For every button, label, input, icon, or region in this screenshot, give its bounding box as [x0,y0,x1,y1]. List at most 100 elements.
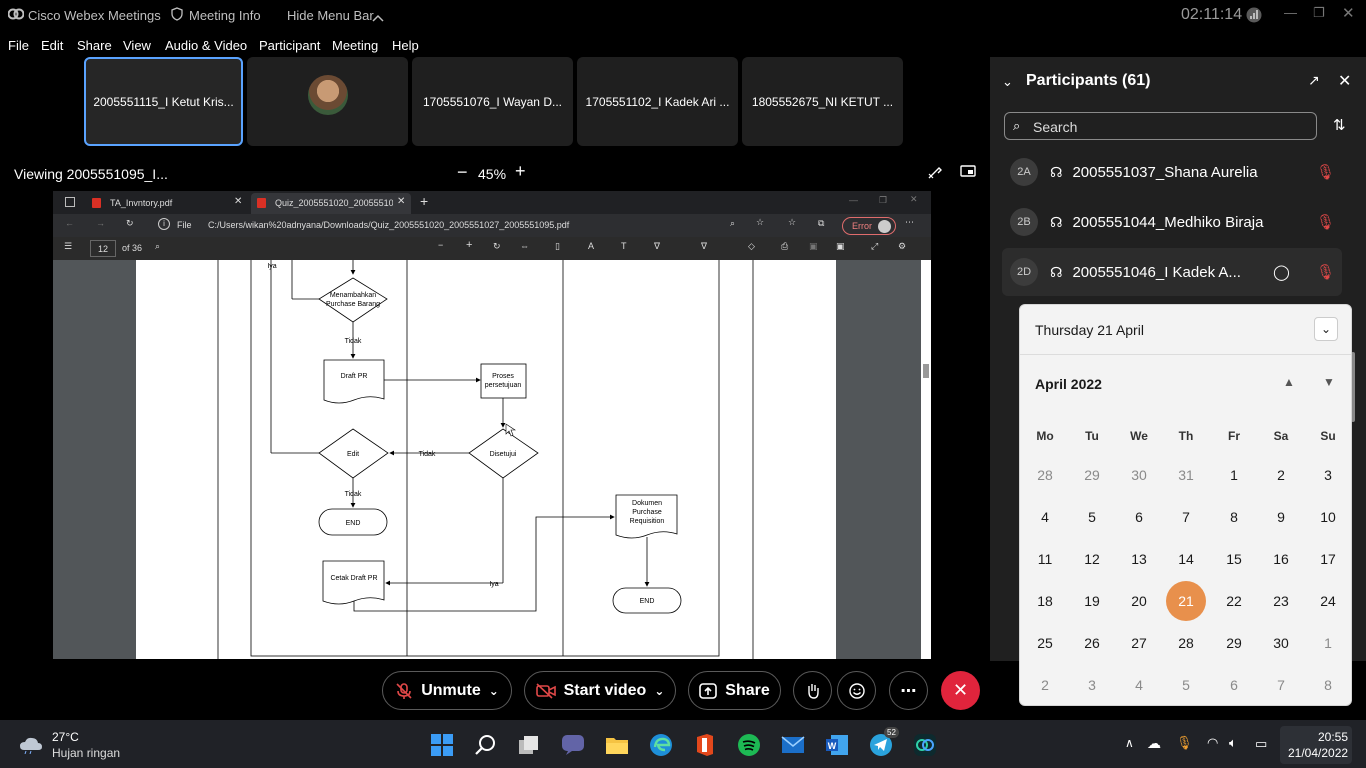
calendar-day[interactable]: 13 [1119,539,1159,579]
popout-icon[interactable]: ↗ [1308,72,1320,89]
video-thumbnail[interactable]: 2005551115_I Ketut Kris... [84,57,243,146]
calendar-day[interactable]: 20 [1119,581,1159,621]
calendar-day[interactable]: 30 [1261,623,1301,663]
save-as-icon[interactable]: ▣ [836,241,845,252]
calendar-day[interactable]: 31 [1166,455,1206,495]
calendar-day[interactable]: 4 [1025,497,1065,537]
chevron-up-icon[interactable] [372,10,384,25]
calendar-day[interactable]: 25 [1025,623,1065,663]
calendar-day[interactable]: 2 [1261,455,1301,495]
meeting-info-button[interactable]: Meeting Info [189,8,261,23]
calendar-day[interactable]: 23 [1261,581,1301,621]
info-icon[interactable]: i [158,218,170,230]
calendar-day[interactable]: 21 [1166,581,1206,621]
menu-share[interactable]: Share [77,38,112,53]
clock-button[interactable]: 20:55 21/04/2022 [1280,726,1352,764]
edge-icon[interactable] [646,730,676,760]
calendar-day[interactable]: 1 [1214,455,1254,495]
calendar-day[interactable]: 15 [1214,539,1254,579]
highlight-icon[interactable]: ∇ [701,241,707,252]
search-input[interactable]: ⌕ Search [1004,112,1317,140]
share-button[interactable]: Share [688,671,781,710]
show-hidden-icons[interactable]: ∧ [1125,736,1134,750]
rotate-icon[interactable]: ↻ [493,241,501,252]
more-icon[interactable]: ⋯ [905,217,914,228]
calendar-day[interactable]: 18 [1025,581,1065,621]
tab-ta-invntory[interactable]: TA_Invntory.pdf ✕ [86,193,249,214]
address-field[interactable]: C:/Users/wikan%20adnyana/Downloads/Quiz_… [208,220,569,230]
calendar-day[interactable]: 1 [1308,623,1348,663]
calendar-day[interactable]: 28 [1166,623,1206,663]
minimize-button[interactable]: — [1284,5,1297,20]
calendar-day[interactable]: 24 [1308,581,1348,621]
browser-maximize-button[interactable]: ❐ [879,195,887,206]
calendar-day[interactable]: 29 [1072,455,1112,495]
browser-minimize-button[interactable]: — [849,195,858,205]
mail-icon[interactable] [778,730,808,760]
back-icon[interactable]: ← [65,218,74,228]
calendar-day[interactable]: 30 [1119,455,1159,495]
calendar-month[interactable]: April 2022 [1035,376,1102,392]
zoom-out-icon[interactable]: − [438,240,443,250]
mic-muted-icon[interactable]: 🎙︎ [1316,263,1335,281]
participant-row[interactable]: 2B ☊ 2005551044_Medhiko Biraja 🎙︎ [990,198,1350,246]
save-icon[interactable]: ▣ [809,241,818,252]
maximize-button[interactable]: ❐ [1313,5,1325,21]
more-options-button[interactable]: ⋯ [889,671,928,710]
find-icon[interactable]: ⌕ [155,241,160,252]
calendar-day[interactable]: 10 [1308,497,1348,537]
menu-edit[interactable]: Edit [41,38,63,53]
start-video-button[interactable]: Start video ⌄ [524,671,676,710]
next-month-icon[interactable]: ▼ [1323,375,1335,389]
close-tab-icon[interactable]: ✕ [397,196,405,207]
close-window-button[interactable]: ✕ [1342,4,1355,22]
browser-close-button[interactable]: ✕ [910,194,918,205]
close-tab-icon[interactable]: ✕ [234,196,242,207]
page-number-input[interactable]: 12 [90,240,116,257]
zoom-in-button[interactable]: + [515,161,526,182]
menu-view[interactable]: View [123,38,151,53]
calendar-day[interactable]: 19 [1072,581,1112,621]
mic-muted-icon[interactable]: 🎙︎ [1316,213,1335,231]
view-options-icon[interactable] [960,165,976,182]
calendar-day[interactable]: 22 [1214,581,1254,621]
collapse-chevron-icon[interactable]: ⌄ [1002,74,1013,90]
chevron-down-icon[interactable]: ⌄ [489,684,499,698]
file-explorer-icon[interactable] [602,730,632,760]
zoom-in-icon[interactable]: + [466,239,472,251]
video-thumbnail[interactable]: 1705551076_I Wayan D... [412,57,573,146]
microphone-icon[interactable]: 🎙︎ [1176,735,1193,751]
page-view-icon[interactable]: ▯ [555,241,560,252]
previous-month-icon[interactable]: ▲ [1283,375,1295,389]
task-view-icon[interactable] [514,730,544,760]
calendar-day[interactable]: 6 [1119,497,1159,537]
add-text-icon[interactable]: T [621,241,627,251]
teams-chat-icon[interactable] [558,730,588,760]
annotate-icon[interactable] [927,164,943,183]
shared-screen-browser[interactable]: TA_Invntory.pdf ✕ Quiz_2005551020_200555… [53,191,931,659]
scrollbar-thumb[interactable] [923,364,929,378]
menu-meeting[interactable]: Meeting [332,38,378,53]
zoom-out-button[interactable]: − [457,162,468,183]
fit-page-icon[interactable]: ⇔ [520,241,529,251]
erase-icon[interactable]: ◇ [748,241,755,252]
participant-row[interactable]: 2A ☊ 2005551037_Shana Aurelia 🎙︎ [990,148,1350,196]
mic-muted-icon[interactable]: 🎙︎ [1316,163,1335,181]
unmute-button[interactable]: Unmute ⌄ [382,671,512,710]
calendar-day[interactable]: 5 [1072,497,1112,537]
sort-icon[interactable]: ⇅ [1333,116,1346,134]
calendar-day[interactable]: 5 [1166,665,1206,705]
read-aloud-icon[interactable]: A [588,241,594,251]
webex-taskbar-icon[interactable] [910,730,940,760]
menu-audio-video[interactable]: Audio & Video [165,38,247,53]
tab-quiz[interactable]: Quiz_2005551020_2005551027... ✕ [251,193,411,214]
calendar-day[interactable]: 3 [1308,455,1348,495]
fullscreen-icon[interactable]: ⤢ [871,241,878,252]
profile-error-button[interactable]: Error [842,217,896,235]
telegram-icon[interactable]: 52 [866,727,899,760]
calendar-day[interactable]: 27 [1119,623,1159,663]
calendar-day[interactable]: 2 [1025,665,1065,705]
start-icon[interactable] [427,730,457,760]
office-icon[interactable] [690,730,720,760]
refresh-icon[interactable]: ↻ [126,218,134,229]
